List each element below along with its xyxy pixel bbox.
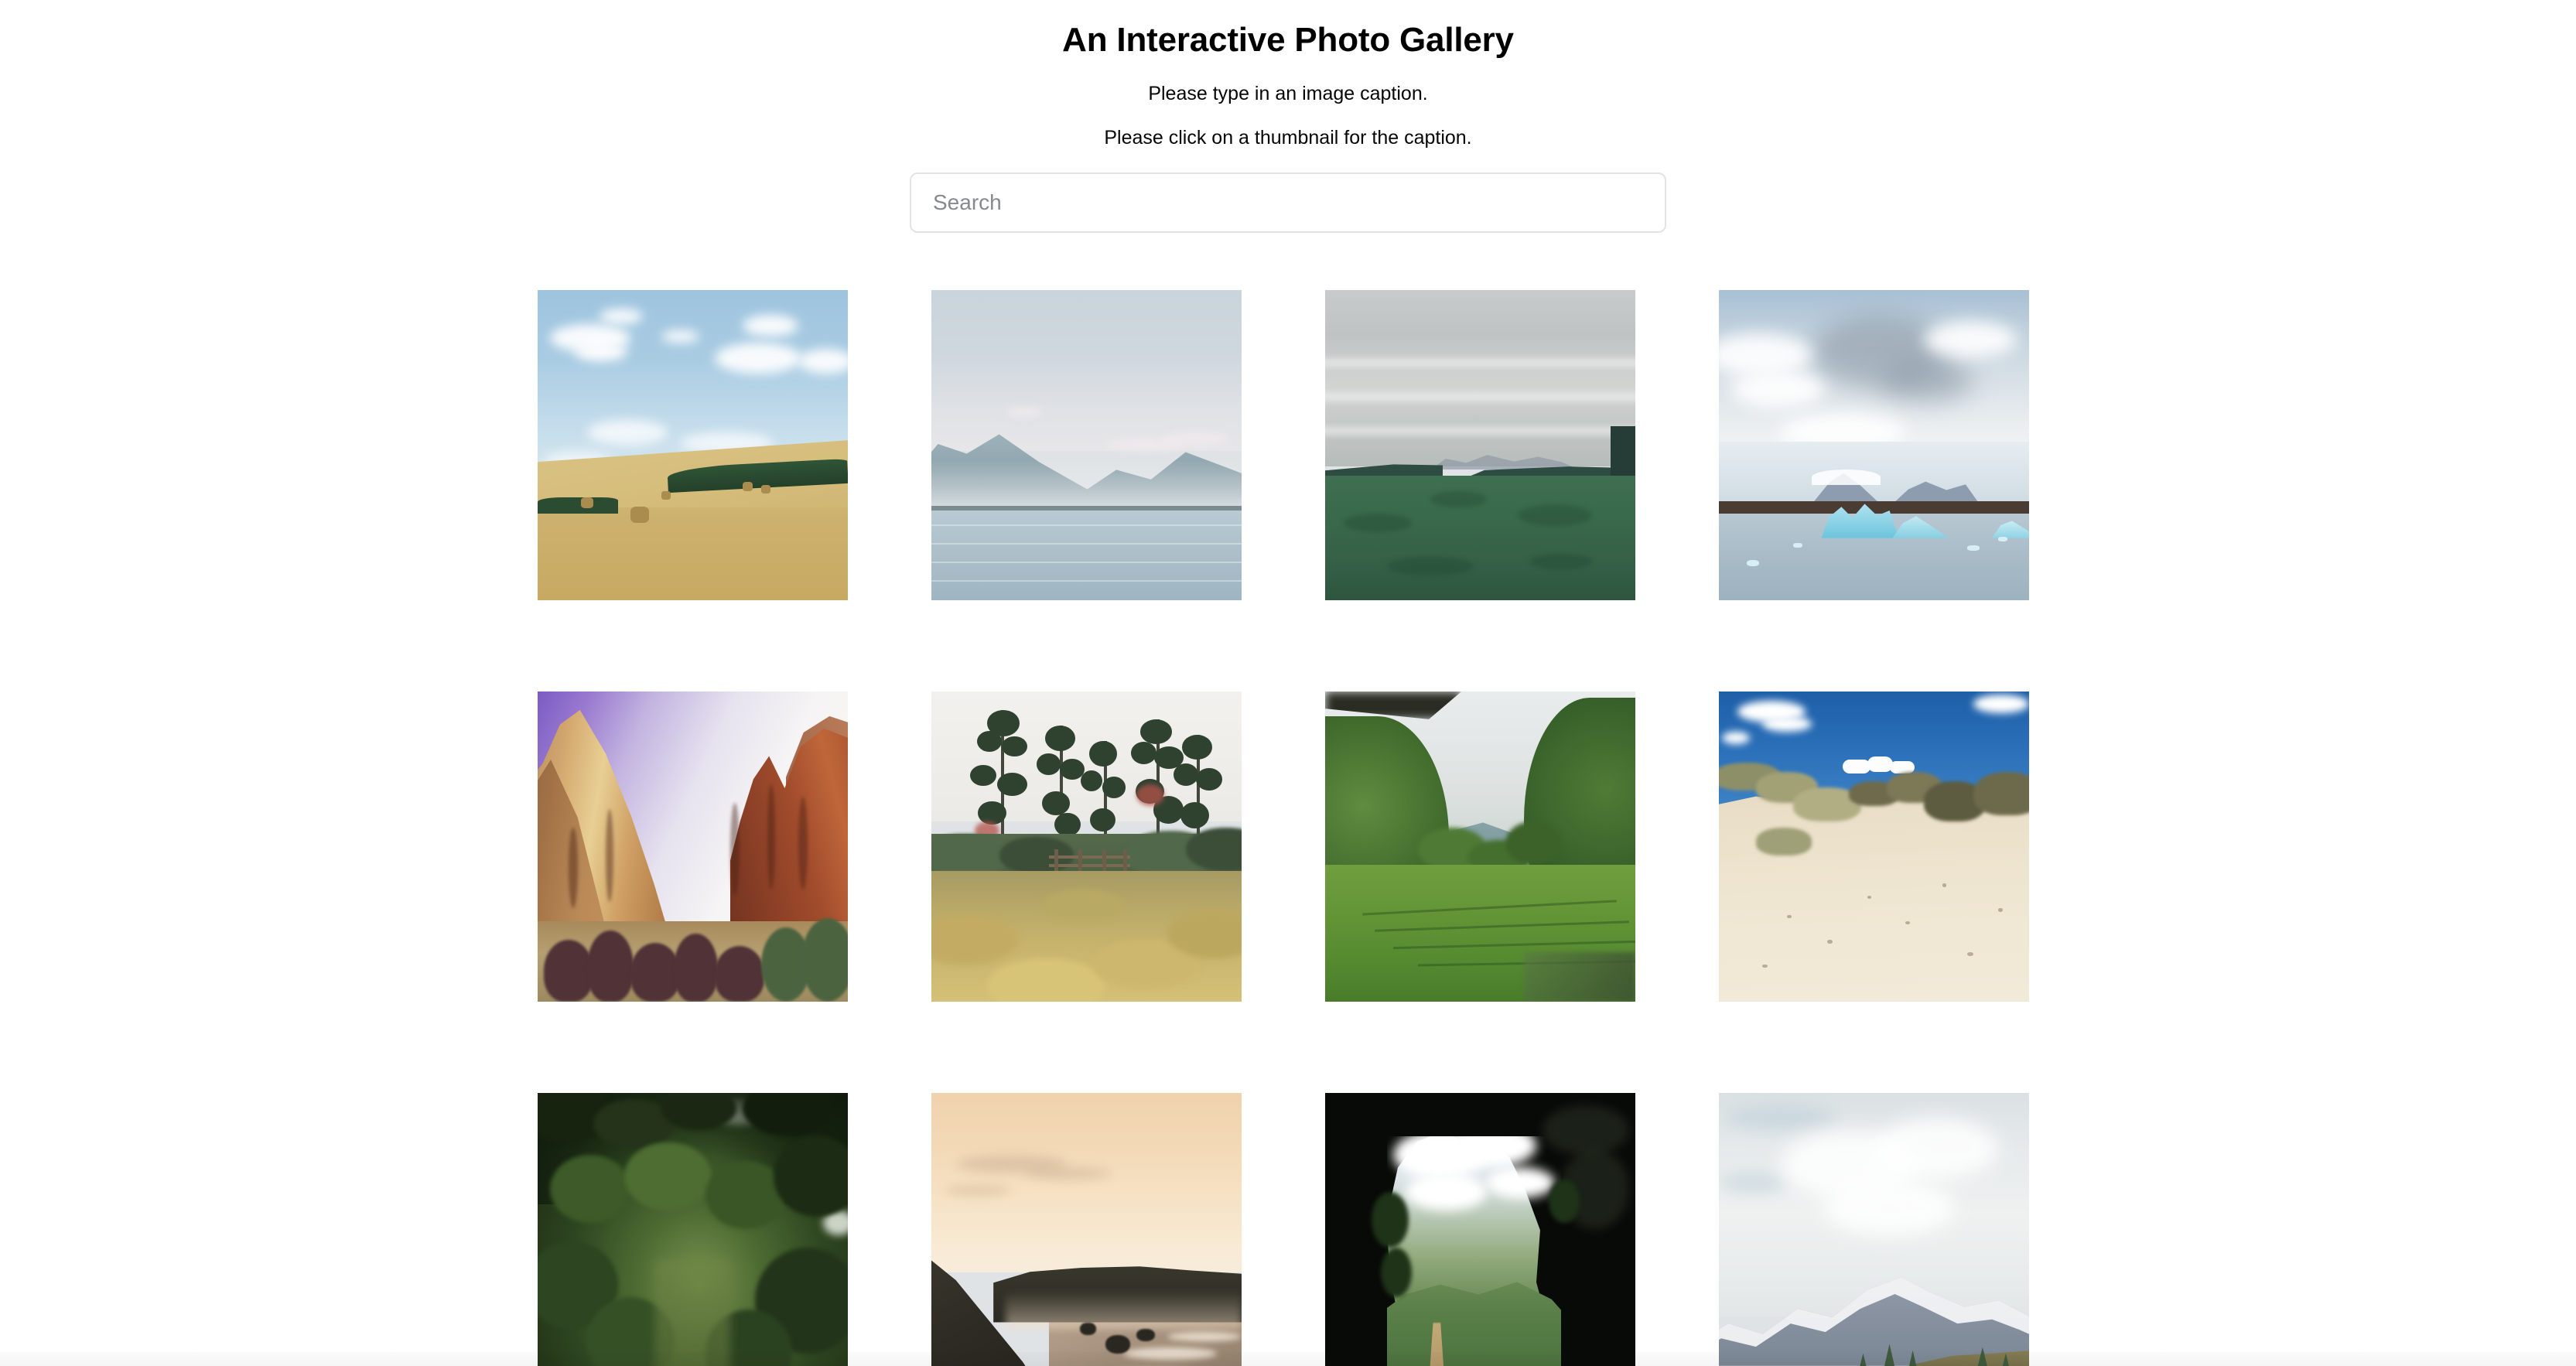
thumbnail-9[interactable] [538, 1092, 848, 1366]
page-header: An Interactive Photo Gallery Please type… [0, 0, 2576, 149]
thumbnail-8[interactable] [1719, 691, 2029, 1002]
page-title: An Interactive Photo Gallery [1062, 21, 1514, 59]
thumbnail-1[interactable] [538, 289, 848, 600]
thumbnail-3[interactable] [1325, 289, 1635, 600]
thumbnail-grid [538, 289, 2038, 1366]
search-row [0, 172, 2576, 233]
search-input[interactable] [910, 172, 1666, 233]
thumbnail-4[interactable] [1719, 289, 2029, 600]
thumbnail-6[interactable] [931, 691, 1242, 1002]
caption-instruction: Please type in an image caption. [1148, 82, 1428, 104]
thumbnail-5[interactable] [538, 691, 848, 1002]
thumbnail-11[interactable] [1325, 1092, 1635, 1366]
thumbnail-7[interactable] [1325, 691, 1635, 1002]
thumbnail-12[interactable] [1719, 1092, 2029, 1366]
thumbnail-instruction: Please click on a thumbnail for the capt… [1104, 126, 1472, 149]
thumbnail-10[interactable] [931, 1092, 1242, 1366]
thumbnail-2[interactable] [931, 289, 1242, 600]
photo-gallery-page: An Interactive Photo Gallery Please type… [0, 0, 2576, 1366]
